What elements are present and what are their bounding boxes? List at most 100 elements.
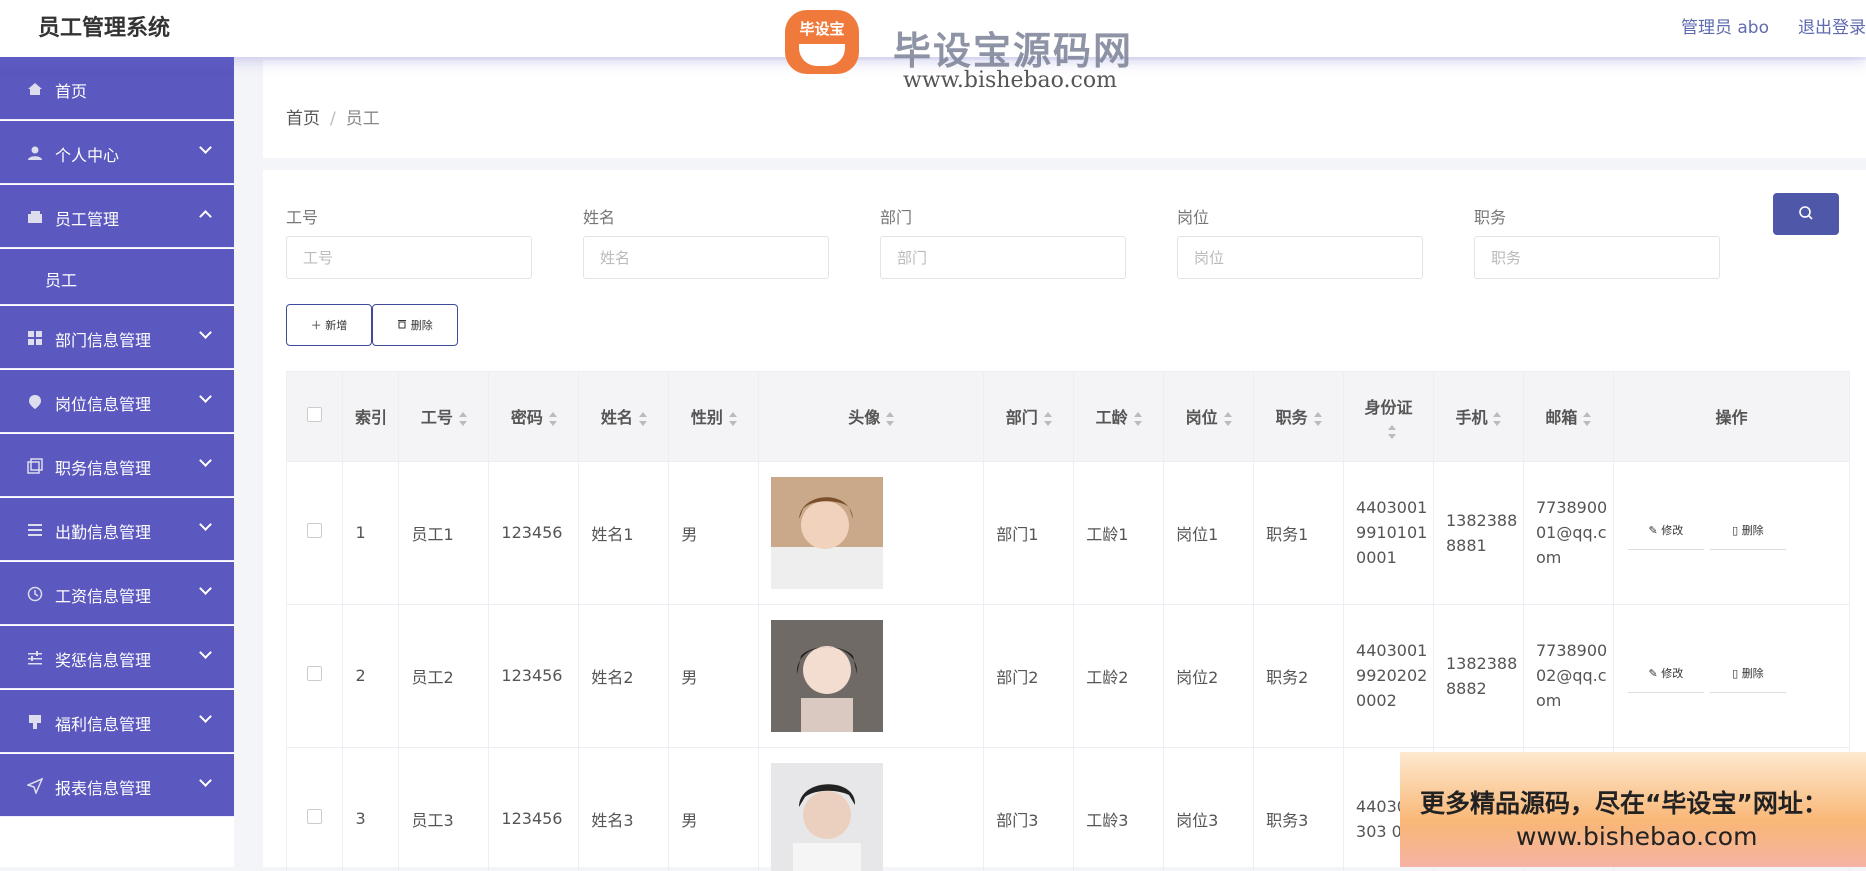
location-icon: [27, 394, 43, 410]
wallet-icon: [27, 209, 43, 225]
logout-link[interactable]: 退出登录: [1798, 13, 1866, 38]
sidebar-item-welfare[interactable]: 福利信息管理: [0, 690, 234, 753]
search-icon: [1798, 205, 1814, 221]
col-ops: 操作: [1613, 372, 1849, 461]
chevron-down-icon: [199, 582, 212, 595]
avatar-image: [771, 620, 883, 732]
filter-input-post[interactable]: [1177, 236, 1423, 279]
send-icon: [27, 778, 43, 794]
edit-button[interactable]: ✎ 修改: [1628, 659, 1704, 693]
col-years[interactable]: 工龄: [1074, 372, 1164, 461]
table-header-row: 索引 工号 密码 姓名 性别 头像 部门 工龄 岗位 职务 身份证 手机 邮箱 …: [287, 372, 1850, 461]
row-checkbox[interactable]: [287, 461, 343, 604]
col-index: 索引: [343, 372, 399, 461]
watermark: 毕设宝 毕设宝源码网 www.bishebao.com: [775, 6, 1167, 96]
sidebar-item-duty[interactable]: 职务信息管理: [0, 434, 234, 497]
edit-icon: ✎: [1649, 524, 1662, 537]
sort-icon: [1044, 412, 1052, 426]
breadcrumb-home[interactable]: 首页: [286, 109, 320, 129]
avatar-image: [771, 477, 883, 589]
sort-icon: [1134, 412, 1142, 426]
user-icon: [27, 145, 43, 161]
filter-label-duty: 职务: [1474, 204, 1506, 228]
sort-icon: [459, 412, 467, 426]
col-email[interactable]: 邮箱: [1523, 372, 1613, 461]
sort-icon: [1314, 412, 1322, 426]
sliders-icon: [27, 650, 43, 666]
stamp-icon: [27, 714, 43, 730]
sort-icon: [639, 412, 647, 426]
filter-label-post: 岗位: [1177, 204, 1209, 228]
col-dept[interactable]: 部门: [984, 372, 1074, 461]
table-row: 2 员工2 123456 姓名2 男 部门2 工龄2 岗位2 职务2 44030…: [287, 604, 1850, 747]
breadcrumb: 首页/员工: [286, 104, 380, 129]
avatar-image: [771, 763, 883, 871]
watermark-url: www.bishebao.com: [903, 68, 1117, 93]
sort-icon: [549, 412, 557, 426]
filter-label-no: 工号: [286, 204, 318, 228]
edit-icon: ✎: [1649, 667, 1662, 680]
sidebar-item-department[interactable]: 部门信息管理: [0, 306, 234, 369]
add-button[interactable]: ＋ 新增: [286, 304, 372, 346]
promo-line2: www.bishebao.com: [1516, 822, 1757, 851]
filter-input-duty[interactable]: [1474, 236, 1720, 279]
list-icon: [27, 522, 43, 538]
trash-icon: [397, 319, 407, 329]
sidebar-item-attendance[interactable]: 出勤信息管理: [0, 498, 234, 561]
chevron-up-icon: [199, 210, 212, 223]
sidebar: 首页 个人中心 员工管理 员工 部门信息管理 岗位信息管理 职务信息管理 出勤信…: [0, 57, 234, 867]
filter-input-no[interactable]: [286, 236, 532, 279]
promo-line1: 更多精品源码，尽在“毕设宝”网址：: [1420, 784, 1828, 820]
chevron-down-icon: [199, 141, 212, 154]
chevron-down-icon: [199, 390, 212, 403]
avatar: [759, 461, 984, 604]
col-no[interactable]: 工号: [399, 372, 489, 461]
sidebar-item-reward[interactable]: 奖惩信息管理: [0, 626, 234, 689]
search-button[interactable]: [1773, 193, 1839, 235]
sidebar-item-post[interactable]: 岗位信息管理: [0, 370, 234, 433]
trash-icon: ▯: [1732, 667, 1742, 680]
sort-icon: [729, 412, 737, 426]
sidebar-item-report[interactable]: 报表信息管理: [0, 754, 234, 817]
select-all-checkbox[interactable]: [287, 372, 343, 461]
chevron-down-icon: [199, 710, 212, 723]
watermark-title: 毕设宝源码网: [893, 20, 1133, 75]
edit-button[interactable]: ✎ 修改: [1628, 516, 1704, 550]
sidebar-item-salary[interactable]: 工资信息管理: [0, 562, 234, 625]
current-user[interactable]: 管理员 abo: [1681, 13, 1769, 38]
app-title: 员工管理系统: [38, 10, 170, 42]
filter-input-name[interactable]: [583, 236, 829, 279]
sort-icon: [886, 412, 894, 426]
sidebar-item-staff[interactable]: 员工管理: [0, 185, 234, 248]
filter-input-dept[interactable]: [880, 236, 1126, 279]
sidebar-subitem-staff[interactable]: 员工: [0, 249, 234, 305]
row-delete-button[interactable]: ▯ 删除: [1710, 516, 1786, 550]
chevron-down-icon: [199, 454, 212, 467]
col-post[interactable]: 岗位: [1164, 372, 1254, 461]
col-idcard[interactable]: 身份证: [1344, 372, 1434, 461]
sort-icon: [1388, 425, 1396, 439]
col-phone[interactable]: 手机: [1434, 372, 1524, 461]
sidebar-item-profile[interactable]: 个人中心: [0, 121, 234, 184]
chevron-down-icon: [199, 518, 212, 531]
row-checkbox[interactable]: [287, 747, 343, 871]
col-duty[interactable]: 职务: [1254, 372, 1344, 461]
clock-icon: [27, 586, 43, 602]
filter-label-name: 姓名: [583, 204, 615, 228]
col-avatar[interactable]: 头像: [759, 372, 984, 461]
promo-banner: 更多精品源码，尽在“毕设宝”网址： www.bishebao.com: [1400, 752, 1866, 867]
col-name[interactable]: 姓名: [579, 372, 669, 461]
col-pwd[interactable]: 密码: [489, 372, 579, 461]
chevron-down-icon: [199, 646, 212, 659]
row-delete-button[interactable]: ▯ 删除: [1710, 659, 1786, 693]
sort-icon: [1224, 412, 1232, 426]
col-sex[interactable]: 性别: [669, 372, 759, 461]
chevron-down-icon: [199, 774, 212, 787]
delete-button[interactable]: 删除: [372, 304, 458, 346]
trash-icon: ▯: [1732, 524, 1742, 537]
sidebar-item-home[interactable]: 首页: [0, 57, 234, 120]
row-checkbox[interactable]: [287, 604, 343, 747]
home-icon: [27, 81, 43, 97]
grid-icon: [27, 330, 43, 346]
avatar: [759, 604, 984, 747]
